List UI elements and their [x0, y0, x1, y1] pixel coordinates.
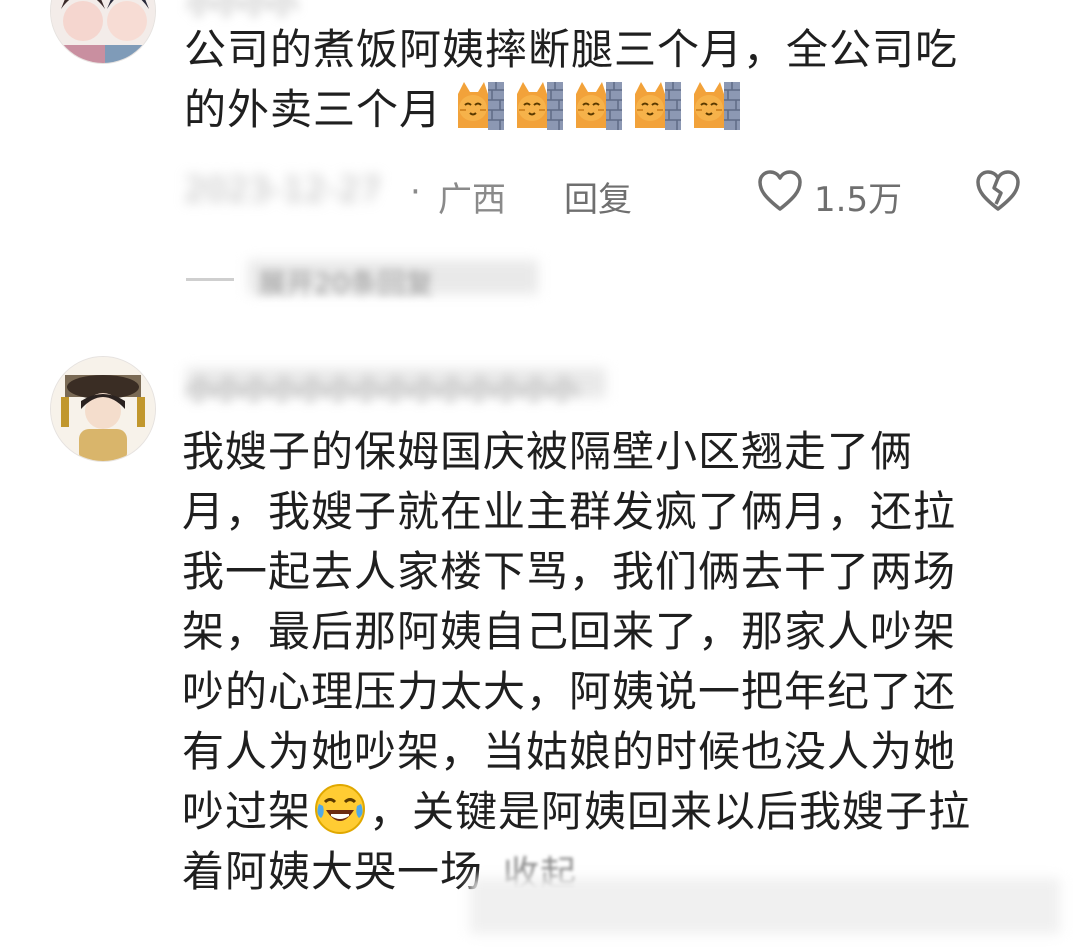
- comment2-line-8-text: 着阿姨大哭一场: [182, 847, 484, 896]
- comment2-username[interactable]: 小小小小小小小小小小小小小小: [186, 368, 578, 408]
- reply-button[interactable]: 回复: [564, 172, 632, 221]
- comment2-line-6: 有人为她吵架，当姑娘的时候也没人为她: [182, 727, 957, 776]
- expand-replies-label: 展开20条回复: [258, 267, 434, 300]
- dislike-button[interactable]: [974, 168, 1022, 218]
- broken-heart-icon: [976, 170, 1020, 211]
- comment1-separator: ·: [410, 172, 421, 212]
- cat-emoji-icon: [517, 82, 564, 130]
- comment2-line-2: 月，我嫂子就在业主群发疯了俩月，还拉: [182, 487, 957, 536]
- comment1-text: 公司的煮饭阿姨摔断腿三个月，全公司吃 的外卖三个月: [184, 20, 1044, 140]
- cat-emoji-icon: [694, 82, 741, 130]
- bottom-blur-overlay: [470, 878, 1060, 934]
- cat-emoji-icon: [458, 82, 505, 130]
- expand-replies[interactable]: 展开20条回复: [186, 258, 546, 300]
- avatar-image: [51, 0, 155, 63]
- expand-replies-line: [186, 278, 234, 281]
- laughing-crying-emoji-icon: [315, 784, 366, 834]
- heart-icon: [758, 170, 802, 211]
- comment1-location: 广西: [438, 180, 506, 220]
- like-count: 1.5万: [814, 180, 903, 220]
- comment1-username[interactable]: 小小小小: [186, 0, 298, 22]
- comment2-avatar[interactable]: [50, 356, 156, 462]
- comment1-date: 2023-12-27: [184, 170, 382, 210]
- avatar-image: [51, 357, 155, 461]
- comment1-line-2-text: 的外卖三个月: [184, 85, 443, 134]
- comment2-line-1: 我嫂子的保姆国庆被隔壁小区翘走了俩: [182, 427, 914, 476]
- comment2-line-7b: ，关键是阿姨回来以后我嫂子拉: [369, 787, 972, 836]
- comment2-line-4: 架，最后那阿姨自己回来了，那家人吵架: [182, 607, 957, 656]
- cat-emoji-icon: [576, 82, 623, 130]
- comment2-line-7a: 吵过架: [182, 787, 312, 836]
- comment1-line-2: 的外卖三个月: [184, 80, 1044, 140]
- comment2-text: 我嫂子的保姆国庆被隔壁小区翘走了俩 月，我嫂子就在业主群发疯了俩月，还拉 我一起…: [182, 422, 1042, 902]
- comment1-avatar[interactable]: [50, 0, 156, 64]
- comment2-line-7: 吵过架 ，关键是阿姨回来以后我嫂子拉: [182, 782, 1042, 842]
- comment2-line-3: 我一起去人家楼下骂，我们俩去干了两场: [182, 547, 957, 596]
- comment2-line-5: 吵的心理压力太大，阿姨说一把年纪了还: [182, 667, 957, 716]
- comment1-line-1: 公司的煮饭阿姨摔断腿三个月，全公司吃: [184, 25, 959, 74]
- cat-emoji-icon: [635, 82, 682, 130]
- cat-emoji-row: [454, 82, 749, 134]
